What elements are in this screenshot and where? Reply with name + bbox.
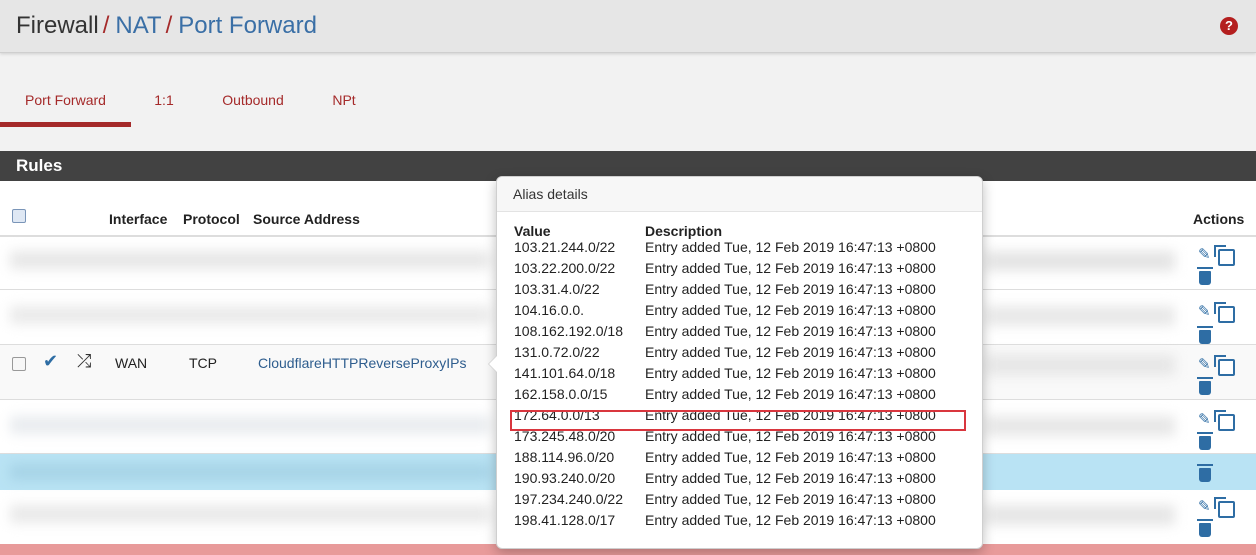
alias-description: Entry added Tue, 12 Feb 2019 16:47:13 +0… — [645, 239, 936, 255]
row-actions: ✎ — [1196, 491, 1246, 537]
tab-port-forward[interactable]: Port Forward — [0, 78, 131, 127]
alias-value: 162.158.0.0/15 — [514, 386, 608, 402]
redacted-content — [10, 464, 490, 480]
trash-icon[interactable] — [1197, 267, 1213, 285]
alias-entry-row: 103.21.244.0/22 Entry added Tue, 12 Feb 2… — [514, 237, 974, 258]
redacted-content — [985, 355, 1175, 375]
breadcrumb-separator: / — [102, 12, 110, 39]
copy-icon[interactable] — [1214, 245, 1235, 266]
trash-icon[interactable] — [1197, 377, 1213, 395]
edit-icon[interactable]: ✎ — [1198, 247, 1214, 263]
row-protocol: TCP — [189, 355, 217, 371]
alias-entry-row: 103.31.4.0/22 Entry added Tue, 12 Feb 201… — [514, 279, 974, 300]
tab-one-to-one[interactable]: 1:1 — [142, 78, 186, 122]
alias-value: 108.162.192.0/18 — [514, 323, 623, 339]
help-icon[interactable]: ? — [1220, 17, 1238, 35]
select-all-checkbox[interactable] — [12, 209, 26, 223]
alias-entry-row: 190.93.240.0/20 Entry added Tue, 12 Feb 2… — [514, 468, 974, 489]
breadcrumb-bar: Firewall / NAT / Port Forward ? — [0, 0, 1256, 53]
popover-title: Alias details — [497, 177, 982, 212]
col-interface: Interface — [109, 211, 168, 227]
redacted-content — [985, 251, 1175, 271]
alias-value: 197.234.240.0/22 — [514, 491, 623, 507]
breadcrumb-nat-link[interactable]: NAT — [115, 12, 161, 39]
trash-icon[interactable] — [1197, 464, 1213, 482]
redacted-content — [10, 251, 490, 269]
redacted-content — [10, 416, 490, 434]
col-actions: Actions — [1193, 211, 1245, 227]
shuffle-icon: ⤮ — [77, 351, 92, 371]
highlight-box — [510, 410, 966, 431]
copy-icon[interactable] — [1214, 302, 1235, 323]
row-checkbox[interactable] — [12, 357, 26, 371]
row-actions — [1196, 458, 1246, 486]
trash-icon[interactable] — [1197, 519, 1213, 537]
row-actions: ✎ — [1196, 245, 1246, 285]
alias-entry-row: 141.101.64.0/18 Entry added Tue, 12 Feb 2… — [514, 363, 974, 384]
breadcrumb-firewall: Firewall — [16, 12, 99, 39]
col-source-address: Source Address — [253, 211, 360, 227]
alias-value: 103.31.4.0/22 — [514, 281, 600, 297]
alias-description: Entry added Tue, 12 Feb 2019 16:47:13 +0… — [645, 449, 936, 465]
edit-icon[interactable]: ✎ — [1198, 357, 1214, 373]
col-protocol: Protocol — [183, 211, 240, 227]
alias-value: 190.93.240.0/20 — [514, 470, 616, 486]
trash-icon[interactable] — [1197, 432, 1213, 450]
edit-icon[interactable]: ✎ — [1198, 412, 1214, 428]
alias-value: 141.101.64.0/18 — [514, 365, 616, 381]
alias-entry-row: 131.0.72.0/22 Entry added Tue, 12 Feb 201… — [514, 342, 974, 363]
alias-entry-row: 198.41.128.0/17 Entry added Tue, 12 Feb 2… — [514, 510, 974, 531]
copy-icon[interactable] — [1214, 355, 1235, 376]
alias-details-popover: Alias details Value Description 103.21.2… — [488, 176, 983, 549]
alias-description: Entry added Tue, 12 Feb 2019 16:47:13 +0… — [645, 386, 936, 402]
edit-icon[interactable]: ✎ — [1198, 499, 1214, 515]
redacted-content — [10, 505, 490, 523]
redacted-content — [10, 306, 490, 324]
redacted-content — [985, 505, 1175, 525]
alias-value: 131.0.72.0/22 — [514, 344, 600, 360]
row-actions: ✎ — [1196, 349, 1246, 395]
alias-description: Entry added Tue, 12 Feb 2019 16:47:13 +0… — [645, 512, 936, 528]
tab-outbound[interactable]: Outbound — [209, 78, 297, 122]
row-actions: ✎ — [1196, 296, 1246, 344]
copy-icon[interactable] — [1214, 497, 1235, 518]
breadcrumb: Firewall / NAT / Port Forward — [16, 12, 317, 40]
breadcrumb-separator: / — [165, 12, 173, 39]
tab-npt[interactable]: NPt — [322, 78, 366, 122]
edit-icon[interactable]: ✎ — [1198, 304, 1214, 320]
alias-entry-row: 188.114.96.0/20 Entry added Tue, 12 Feb 2… — [514, 447, 974, 468]
copy-icon[interactable] — [1214, 410, 1235, 431]
alias-description: Entry added Tue, 12 Feb 2019 16:47:13 +0… — [645, 365, 936, 381]
alias-description: Entry added Tue, 12 Feb 2019 16:47:13 +0… — [645, 323, 936, 339]
alias-description: Entry added Tue, 12 Feb 2019 16:47:13 +0… — [645, 344, 936, 360]
check-icon[interactable]: ✔ — [43, 351, 58, 372]
row-interface: WAN — [115, 355, 148, 371]
alias-entry-row: 197.234.240.0/22 Entry added Tue, 12 Feb … — [514, 489, 974, 510]
alias-value: 104.16.0.0. — [514, 302, 585, 318]
alias-entry-row: 162.158.0.0/15 Entry added Tue, 12 Feb 20… — [514, 384, 974, 405]
row-source-alias-link[interactable]: CloudflareHTTPReverseProxyIPs — [258, 355, 467, 371]
redacted-content — [985, 416, 1175, 436]
row-actions: ✎ — [1196, 404, 1246, 450]
alias-value: 103.21.244.0/22 — [514, 239, 616, 255]
alias-description: Entry added Tue, 12 Feb 2019 16:47:13 +0… — [645, 302, 936, 318]
alias-value: 103.22.200.0/22 — [514, 260, 616, 276]
rules-panel-title: Rules — [16, 156, 63, 175]
alias-description: Entry added Tue, 12 Feb 2019 16:47:13 +0… — [645, 281, 936, 297]
alias-description: Entry added Tue, 12 Feb 2019 16:47:13 +0… — [645, 491, 936, 507]
trash-icon[interactable] — [1197, 326, 1213, 344]
alias-description: Entry added Tue, 12 Feb 2019 16:47:13 +0… — [645, 470, 936, 486]
alias-entry-row: 108.162.192.0/18 Entry added Tue, 12 Feb … — [514, 321, 974, 342]
alias-value: 198.41.128.0/17 — [514, 512, 616, 528]
alias-description: Entry added Tue, 12 Feb 2019 16:47:13 +0… — [645, 260, 936, 276]
alias-entry-row: 103.22.200.0/22 Entry added Tue, 12 Feb 2… — [514, 258, 974, 279]
redacted-content — [985, 306, 1175, 326]
breadcrumb-port-forward-link[interactable]: Port Forward — [178, 12, 317, 39]
alias-entry-row: 104.16.0.0. Entry added Tue, 12 Feb 2019 … — [514, 300, 974, 321]
alias-value: 188.114.96.0/20 — [514, 449, 615, 465]
